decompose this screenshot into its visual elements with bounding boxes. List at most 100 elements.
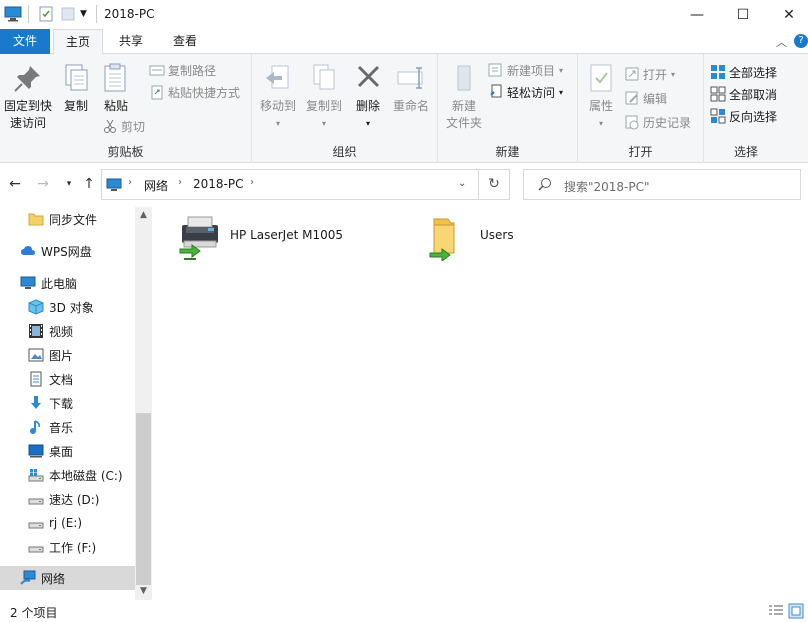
network-item-printer[interactable]: HP LaserJet M1005 xyxy=(174,213,343,261)
forward-arrow-icon[interactable]: → xyxy=(34,175,52,193)
scroll-thumb[interactable] xyxy=(136,413,151,585)
close-button[interactable]: ✕ xyxy=(766,0,808,29)
nav-item-label: 文档 xyxy=(49,372,74,387)
scroll-up-icon[interactable]: ▲ xyxy=(135,207,152,224)
scroll-down-icon[interactable]: ▼ xyxy=(135,583,152,600)
details-view-icon[interactable] xyxy=(768,603,784,619)
paste-button[interactable]: 粘贴 xyxy=(98,62,134,115)
download-icon xyxy=(28,395,44,411)
nav-item-network[interactable]: 网络 xyxy=(0,566,135,590)
cut-button[interactable]: 剪切 xyxy=(102,116,145,136)
navigation-pane: 同步文件 WPS网盘 此电脑 3D 对象 视频 图片 文档 下载 音乐 桌面 本… xyxy=(0,207,152,600)
nav-item-music[interactable]: 音乐 xyxy=(0,415,135,439)
refresh-button[interactable]: ↻ xyxy=(479,169,510,200)
nav-item-downloads[interactable]: 下载 xyxy=(0,391,135,415)
nav-item-drive-d[interactable]: 速达 (D:) xyxy=(0,487,135,511)
organize-group-label: 组织 xyxy=(332,145,357,159)
properties-quick-icon[interactable] xyxy=(38,5,54,23)
minimize-button[interactable]: — xyxy=(674,0,720,29)
select-all-label: 全部选择 xyxy=(729,65,778,80)
select-none-icon xyxy=(710,86,726,102)
nav-item-videos[interactable]: 视频 xyxy=(0,319,135,343)
nav-item-label: rj (E:) xyxy=(49,516,83,530)
pin-label-1: 固定到快 xyxy=(3,99,52,113)
copy-path-button[interactable]: 复制路径 xyxy=(149,60,216,80)
breadcrumb-chevron-icon[interactable]: › xyxy=(128,177,132,188)
easy-access-button[interactable]: 轻松访问 ▾ xyxy=(488,82,563,102)
tab-home[interactable]: 主页 xyxy=(53,29,103,55)
pin-icon xyxy=(12,62,44,94)
open-group-label: 打开 xyxy=(628,145,653,159)
address-bar[interactable]: › 网络 › 2018-PC › ⌄ xyxy=(101,169,479,200)
invert-selection-button[interactable]: 反向选择 xyxy=(710,106,777,126)
shared-folder-icon xyxy=(424,213,472,262)
nav-item-label: 视频 xyxy=(49,324,74,339)
nav-item-drive-f[interactable]: 工作 (F:) xyxy=(0,535,135,559)
back-arrow-icon[interactable]: ← xyxy=(6,175,24,193)
large-icons-view-icon[interactable] xyxy=(788,603,804,619)
new-folder-icon xyxy=(448,62,480,94)
tab-share[interactable]: 共享 xyxy=(108,29,154,54)
pin-quick-access-button[interactable]: 固定到快 速访问 xyxy=(2,62,54,132)
new-item-label: 新建项目 xyxy=(507,63,556,78)
users-label: Users xyxy=(480,228,514,242)
open-button[interactable]: 打开 ▾ xyxy=(624,64,675,84)
new-folder-quick-icon[interactable] xyxy=(60,5,76,23)
breadcrumb-network[interactable]: 网络 xyxy=(144,177,168,194)
nav-item-drive-e[interactable]: rj (E:) xyxy=(0,511,135,535)
recent-locations-icon[interactable]: ▾ xyxy=(60,175,78,193)
properties-icon xyxy=(585,62,617,94)
paste-shortcut-button[interactable]: 粘贴快捷方式 xyxy=(149,82,240,102)
new-folder-button[interactable]: 新建 文件夹 xyxy=(442,62,486,132)
breadcrumb-chevron-icon[interactable]: › xyxy=(250,177,254,188)
breadcrumb-chevron-icon[interactable]: › xyxy=(178,177,182,188)
select-none-button[interactable]: 全部取消 xyxy=(710,84,777,104)
breadcrumb-2018-pc[interactable]: 2018-PC xyxy=(193,177,243,191)
nav-item-desktop[interactable]: 桌面 xyxy=(0,439,135,463)
nav-scrollbar[interactable]: ▲ ▼ xyxy=(135,207,152,600)
drive-c-icon xyxy=(28,467,44,483)
maximize-button[interactable]: ☐ xyxy=(720,0,766,29)
printer-label: HP LaserJet M1005 xyxy=(230,228,344,242)
delete-button[interactable]: 删除 ▾ xyxy=(350,62,386,132)
help-icon[interactable]: ? xyxy=(794,34,808,48)
copy-button[interactable]: 复制 xyxy=(58,62,94,115)
search-icon xyxy=(538,177,552,194)
rename-icon xyxy=(395,62,427,94)
customize-quick-access-icon[interactable]: ▼ xyxy=(80,5,87,23)
nav-item-drive-c[interactable]: 本地磁盘 (C:) xyxy=(0,463,135,487)
nav-item-documents[interactable]: 文档 xyxy=(0,367,135,391)
nav-item-3d-objects[interactable]: 3D 对象 xyxy=(0,295,135,319)
computer-icon[interactable] xyxy=(4,5,22,23)
drive-icon xyxy=(28,539,44,555)
new-item-button[interactable]: 新建项目 ▾ xyxy=(488,60,563,80)
address-history-dropdown-icon[interactable]: ⌄ xyxy=(458,178,466,189)
properties-button[interactable]: 属性 ▾ xyxy=(582,62,620,132)
nav-item-pictures[interactable]: 图片 xyxy=(0,343,135,367)
rename-button[interactable]: 重命名 xyxy=(388,62,434,115)
search-box[interactable]: 搜索"2018-PC" xyxy=(523,169,801,200)
nav-item-label: 图片 xyxy=(49,348,74,363)
separator xyxy=(28,5,29,23)
documents-icon xyxy=(28,371,44,387)
edit-button[interactable]: 编辑 xyxy=(624,88,667,108)
select-all-button[interactable]: 全部选择 xyxy=(710,62,777,82)
network-item-users[interactable]: Users xyxy=(424,213,514,262)
new-folder-label-2: 文件夹 xyxy=(445,116,482,130)
nav-item-wps-drive[interactable]: WPS网盘 xyxy=(0,239,135,263)
copy-to-button[interactable]: 复制到 ▾ xyxy=(302,62,346,132)
nav-item-label: 工作 (F:) xyxy=(49,540,97,555)
history-button[interactable]: 历史记录 xyxy=(624,112,691,132)
move-to-button[interactable]: 移动到 ▾ xyxy=(256,62,300,132)
nav-item-label: 网络 xyxy=(41,571,66,586)
nav-item-label: 桌面 xyxy=(49,444,74,459)
pin-label-2: 速访问 xyxy=(9,116,46,130)
nav-item-sync-files[interactable]: 同步文件 xyxy=(0,207,135,231)
nav-item-this-pc[interactable]: 此电脑 xyxy=(0,271,135,295)
up-arrow-icon[interactable]: ↑ xyxy=(80,175,98,193)
3d-objects-icon xyxy=(28,299,44,315)
tab-view[interactable]: 查看 xyxy=(162,29,208,54)
new-group: 新建 文件夹 新建项目 ▾ 轻松访问 ▾ 新建 xyxy=(438,54,578,163)
tab-file[interactable]: 文件 xyxy=(0,29,50,54)
collapse-ribbon-icon[interactable]: ︿ xyxy=(776,34,787,50)
